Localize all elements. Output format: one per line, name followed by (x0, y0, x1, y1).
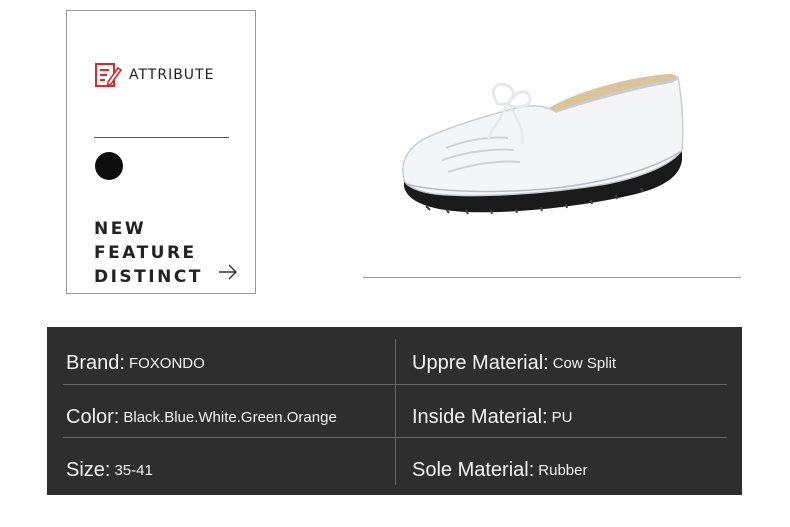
spec-size: Size: 35-41 (66, 444, 153, 496)
spec-inside-material: Inside Material: PU (412, 391, 572, 443)
product-image (402, 74, 684, 215)
spec-color: Color: Black.Blue.White.Green.Orange (66, 391, 337, 443)
spec-upper-material: Uppre Material: Cow Split (412, 337, 616, 389)
spec-key: Size: (66, 458, 111, 481)
spec-key: Brand: (66, 351, 125, 374)
divider (363, 277, 741, 278)
spec-value: Cow Split (552, 354, 617, 372)
spec-value: 35-41 (114, 461, 153, 479)
attribute-title: ATTRIBUTE (129, 67, 215, 83)
document-pen-icon (95, 63, 122, 87)
feature-line: NEW (94, 219, 147, 239)
attribute-card: ATTRIBUTE NEW FEATURE DISTINCT (66, 10, 256, 294)
spec-value: FOXONDO (128, 354, 205, 372)
spec-sole-material: Sole Material: Rubber (412, 444, 587, 496)
feature-line: DISTINCT (94, 267, 203, 287)
spec-key: Inside Material: (412, 405, 548, 428)
spec-row: Size: 35-41 Sole Material: Rubber (47, 444, 742, 496)
spec-key: Uppre Material: (412, 351, 549, 374)
spec-value: Black.Blue.White.Green.Orange (123, 408, 337, 426)
color-swatch[interactable] (95, 152, 123, 180)
spec-table: Brand: FOXONDO Uppre Material: Cow Split… (47, 327, 742, 495)
spec-row: Color: Black.Blue.White.Green.Orange Ins… (47, 391, 742, 443)
divider (94, 137, 229, 138)
spec-brand: Brand: FOXONDO (66, 337, 205, 389)
spec-key: Sole Material: (412, 458, 535, 481)
spec-value: PU (551, 408, 573, 426)
arrow-right-icon[interactable] (218, 264, 238, 280)
spec-key: Color: (66, 405, 120, 428)
spec-row: Brand: FOXONDO Uppre Material: Cow Split (47, 337, 742, 389)
feature-line: FEATURE (94, 243, 197, 263)
spec-value: Rubber (538, 461, 588, 479)
attribute-header: ATTRIBUTE (94, 61, 214, 89)
feature-text: NEW FEATURE DISTINCT (94, 217, 203, 289)
